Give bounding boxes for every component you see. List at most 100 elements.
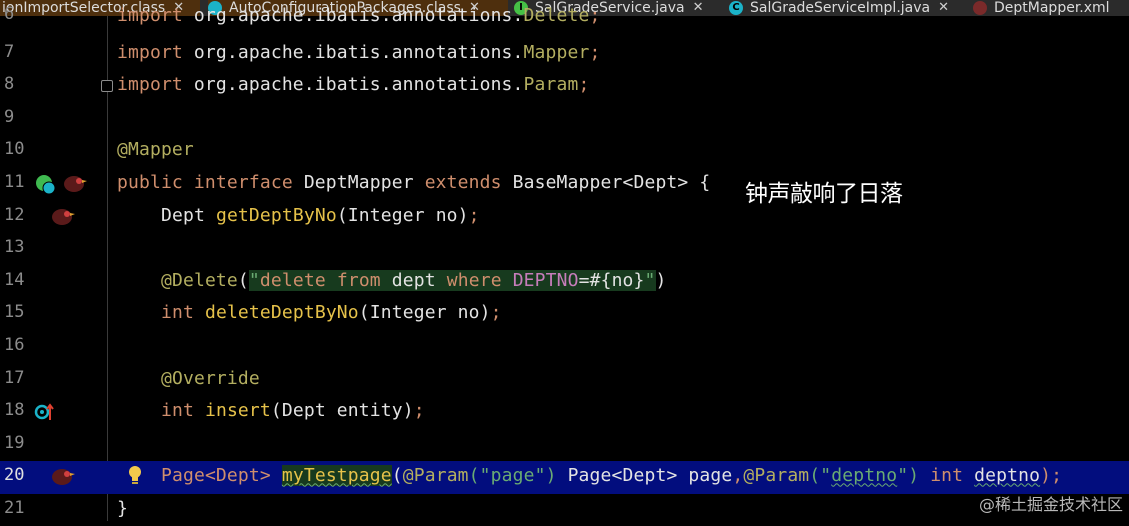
code-line: 6 import org.apache.ibatis.annotations.D… [0,3,1129,36]
semicolon: ); [1040,465,1063,487]
code-line: 11 public interface DeptMapper extends B… [0,168,1129,201]
code-text: public interface DeptMapper extends Base… [117,172,710,193]
param-string: ("page") [468,465,557,487]
line-number: 20 [4,465,25,486]
package-path: org.apache.ibatis.annotations. [193,41,524,63]
watermark: @稀土掘金技术社区 [978,495,1123,514]
line-number: 6 [4,4,15,24]
semicolon: ; [589,41,601,63]
method-name: insert [204,400,271,422]
param-string-value: deptno [831,465,898,487]
annotation-delete: @Delete [161,269,238,291]
semicolon: ; [589,5,601,26]
code-text: @Delete("delete from dept where DEPTNO=#… [161,269,667,291]
keyword-int: int [930,465,964,487]
overrides-method-gutter-icon[interactable] [34,402,56,424]
semicolon: ; [490,302,502,324]
keyword-int: int [161,400,194,422]
paren: ) [655,269,667,291]
line-number: 12 [4,204,25,225]
param-name: deptno [974,465,1041,487]
overlay-caption: 钟声敲响了日落 [745,181,903,207]
param-declaration: Page<Dept> page [556,465,733,487]
line-number: 9 [4,106,15,127]
return-type: Dept [161,204,205,226]
method-name: getDeptByNo [215,204,337,226]
keyword-extends: extends [424,171,502,193]
param-string: (" [809,465,832,487]
paren: ( [237,269,249,291]
code-line: 8 import org.apache.ibatis.annotations.P… [0,70,1129,103]
code-line: 12 Dept getDeptByNo(Integer no); [0,201,1129,234]
code-text: int insert(Dept entity); [161,400,425,421]
paren: ( [391,465,403,487]
line-number: 15 [4,302,25,323]
code-line: 21 } [0,494,1129,526]
class-name: Mapper [523,41,590,63]
package-path: org.apache.ibatis.annotations. [193,5,524,26]
code-line: 16 [0,331,1129,364]
sql-keyword: where [446,269,502,291]
line-number: 10 [4,139,25,160]
mybatis-bird-icon[interactable] [50,205,76,227]
line-number: 7 [4,41,15,62]
code-text: Page<Dept> myTestpage(@Param("page") Pag… [161,465,1063,487]
code-text: import org.apache.ibatis.annotations.Par… [117,74,589,95]
package-path: org.apache.ibatis.annotations. [193,74,524,96]
line-number: 8 [4,74,15,95]
semicolon: ; [468,204,480,226]
mybatis-bird-icon[interactable] [50,465,76,487]
closing-brace: } [117,497,128,519]
sql-table: dept [391,269,436,291]
quote: " [644,269,656,291]
code-line: 13 [0,233,1129,266]
line-number: 19 [4,432,25,453]
method-params: (Dept entity) [270,400,414,422]
line-number: 21 [4,497,25,518]
code-line: 19 [0,429,1129,462]
lightbulb-icon[interactable] [126,464,144,486]
code-line: 10 @Mapper [0,135,1129,168]
keyword-import: import [117,41,183,63]
annotation-override: @Override [161,367,260,389]
code-line: 18 int insert(Dept entity); [0,396,1129,429]
keyword-import: import [117,74,183,96]
method-params: (Integer no) [358,302,491,324]
code-text: int deleteDeptByNo(Integer no); [161,302,502,323]
code-line-current: 20 Page<Dept> myTestpage(@Param("page") … [0,461,1129,494]
code-line: 17 @Override [0,364,1129,397]
code-line: 7 import org.apache.ibatis.annotations.M… [0,38,1129,71]
line-number: 17 [4,367,25,388]
annotation-param: @Param [743,465,810,487]
keyword-public: public [117,171,183,193]
line-number: 14 [4,269,25,290]
code-line: 14 @Delete("delete from dept where DEPTN… [0,266,1129,299]
return-type: Page<Dept> [161,465,271,487]
code-text: import org.apache.ibatis.annotations.Map… [117,42,600,63]
sql-param: =#{no} [578,269,645,291]
line-number: 16 [4,334,25,355]
code-line: 15 int deleteDeptByNo(Integer no); [0,298,1129,331]
code-line: 9 [0,103,1129,136]
annotation-param: @Param [402,465,469,487]
sql-string: "delete from dept where DEPTNO=#{no}" [248,269,656,291]
keyword-interface: interface [193,171,293,193]
method-name: deleteDeptByNo [204,302,359,324]
method-params: (Integer no) [336,204,469,226]
base-type: BaseMapper<Dept> { [512,171,711,193]
method-name: myTestpage [281,465,392,487]
quote: " [248,269,260,291]
param-string: ") [897,465,920,487]
comma: , [732,465,744,487]
sql-keyword: delete [259,269,326,291]
code-editor[interactable]: 6 import org.apache.ibatis.annotations. D… [0,4,1129,521]
sql-column: DEPTNO [512,269,579,291]
annotation-mapper: @Mapper [117,139,194,161]
code-text: Dept getDeptByNo(Integer no); [161,205,480,226]
mybatis-bird-icon[interactable] [62,172,88,194]
keyword-int: int [161,302,194,324]
class-name: Param [523,74,579,96]
interface-name: DeptMapper [303,171,414,193]
implemented-interface-gutter-icon[interactable] [34,173,56,195]
fold-toggle-icon[interactable] [101,80,113,93]
